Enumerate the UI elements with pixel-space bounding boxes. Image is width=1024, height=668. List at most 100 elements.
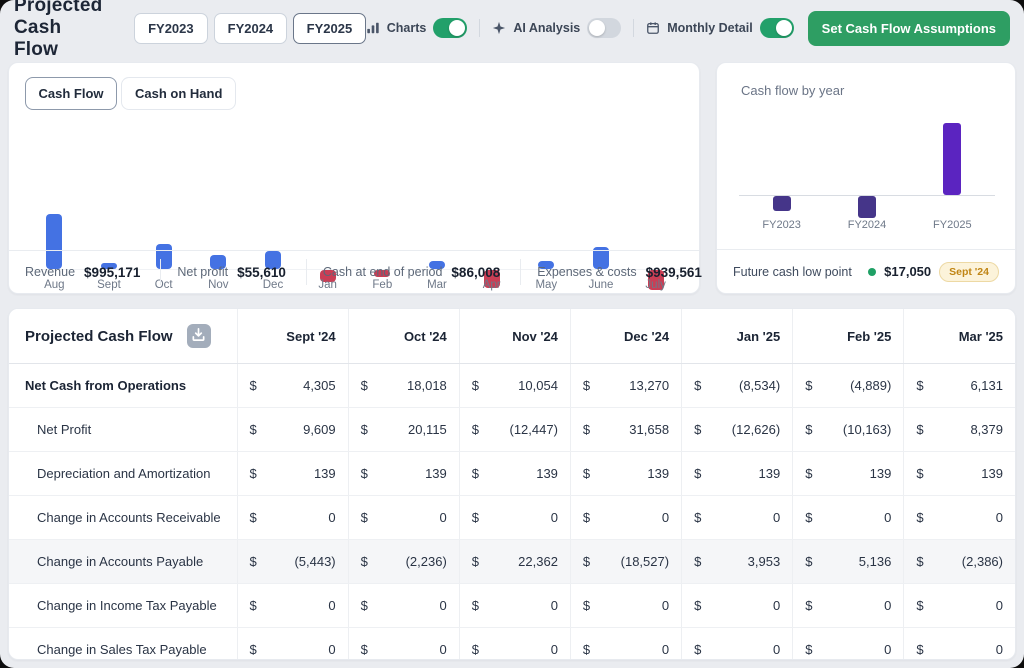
currency-symbol: $ [360, 378, 368, 393]
cell-value: 139 [425, 466, 447, 481]
toggle-divider [633, 19, 635, 37]
toggle-switch-ai-analysis[interactable] [587, 18, 622, 38]
chart-tab-cash-flow[interactable]: Cash Flow [25, 77, 118, 110]
cell-value: 31,658 [629, 422, 670, 437]
toggle-switch-charts[interactable] [433, 18, 468, 38]
value-cell: $ (2,386) [903, 539, 1015, 584]
value-cell: $0 [681, 495, 793, 540]
currency-symbol: $ [582, 554, 591, 569]
column-header-feb-25: Feb '25 [792, 309, 904, 364]
projected-cash-flow-table: Projected Cash Flow Sept '24 Oct '24 Nov '2… [9, 309, 1015, 659]
value-cell: $0 [903, 583, 1015, 628]
cell-value: 22,362 [518, 554, 558, 569]
value-cell: $ (18,527) [569, 539, 682, 584]
currency-symbol: $ [916, 378, 924, 393]
cell-value: (18,527) [620, 554, 670, 569]
value-cell: $0 [903, 495, 1015, 540]
low-point-dot-icon [868, 267, 877, 276]
year-tab-fy2024[interactable]: FY2024 [213, 12, 288, 44]
cell-value: 4,305 [303, 378, 336, 393]
stat-value-cash-at-end-of-period: $86,008 [451, 264, 501, 280]
currency-symbol: $ [360, 466, 368, 481]
cell-value: (4,889) [850, 378, 892, 393]
currency-symbol: $ [582, 598, 591, 613]
cell-value: 0 [439, 642, 447, 657]
value-cell: $ (4,889) [792, 363, 904, 408]
value-cell: $0 [236, 583, 349, 628]
toggle-knob [775, 20, 792, 36]
currency-symbol: $ [805, 642, 813, 657]
chart-tab-cash-on-hand[interactable]: Cash on Hand [121, 77, 237, 110]
currency-symbol: $ [360, 554, 368, 569]
cell-value: 139 [981, 466, 1003, 481]
cell-value: 0 [439, 510, 447, 525]
table-row-change-in-sales-tax-payable[interactable]: Change in Sales Tax Payable $0 $0 $0 $0 $0 $0 $… [9, 627, 1015, 659]
currency-symbol: $ [694, 642, 702, 657]
value-cell: $139 [236, 451, 349, 496]
future-cash-low-point-row: Future cash low point $17,050 Sept '24 [717, 249, 1015, 293]
table-row-change-in-accounts-payable[interactable]: Change in Accounts Payable $ (5,443) $ (2,23… [9, 539, 1015, 584]
stat-net-profit: Net profit $55,610 [160, 259, 306, 285]
download-button[interactable] [186, 324, 211, 348]
row-label: Net Cash from Operations [9, 363, 237, 408]
cell-value: 0 [328, 598, 336, 613]
cell-value: 0 [772, 642, 781, 657]
cell-value: 0 [995, 642, 1003, 657]
toggle-group-charts: Charts [366, 18, 468, 38]
sparkle-icon [492, 21, 506, 35]
value-cell: $6,131 [903, 363, 1015, 408]
value-cell: $139 [458, 451, 571, 496]
value-cell: $139 [903, 451, 1015, 496]
cell-value: 139 [758, 466, 781, 481]
column-header-jan-25: Jan '25 [681, 309, 793, 364]
cell-value: 8,379 [970, 422, 1003, 437]
value-cell: $0 [681, 627, 793, 659]
value-cell: $0 [792, 627, 904, 659]
year-label-fy2023: FY2023 [762, 219, 801, 231]
table-row-net-cash-from-operations[interactable]: Net Cash from Operations $4,305 $18,018 $10… [9, 363, 1015, 408]
cell-value: 0 [884, 510, 892, 525]
table-row-change-in-accounts-receivable[interactable]: Change in Accounts Receivable $0 $0 $0 $0 $0 $… [9, 495, 1015, 540]
cell-value: 6,131 [970, 378, 1003, 393]
toggle-label-charts: Charts [386, 21, 427, 35]
toggle-switch-monthly-detail[interactable] [759, 18, 794, 38]
table-row-change-in-income-tax-payable[interactable]: Change in Income Tax Payable $0 $0 $0 $0 $0 $0… [9, 583, 1015, 628]
cell-value: 139 [869, 466, 892, 481]
currency-symbol: $ [805, 422, 813, 437]
currency-symbol: $ [471, 510, 480, 525]
summary-stats-row: Revenue $995,171 Net profit $55,610 Cash at … [9, 250, 702, 293]
value-cell: $0 [458, 583, 571, 628]
cell-value: 0 [884, 598, 892, 613]
value-cell: $ (2,236) [347, 539, 460, 584]
value-cell: $0 [347, 495, 460, 540]
cell-value: 0 [439, 598, 447, 613]
currency-symbol: $ [249, 378, 257, 393]
year-bar-fy2024 [858, 196, 876, 218]
year-tab-fy2025[interactable]: FY2025 [293, 12, 366, 44]
table-row-depreciation-and-amortization[interactable]: Depreciation and Amortization $139 $139 $13… [9, 451, 1015, 496]
cell-value: (5,443) [294, 554, 336, 569]
stat-label-cash-at-end-of-period: Cash at end of period [322, 265, 443, 279]
table-row-net-profit[interactable]: Net Profit $9,609 $20,115 $ (12,447) $31,658 $… [9, 407, 1015, 452]
cell-value: 139 [647, 466, 670, 481]
value-cell: $0 [236, 627, 349, 659]
set-cash-flow-assumptions-button[interactable]: Set Cash Flow Assumptions [807, 10, 1010, 46]
currency-symbol: $ [582, 378, 591, 393]
value-cell: $ (12,626) [681, 407, 793, 452]
value-cell: $139 [681, 451, 793, 496]
bar-chart-icon [366, 21, 380, 35]
row-label: Net Profit [9, 407, 237, 452]
fiscal-year-tabs: FY2023 FY2024 FY2025 [134, 12, 366, 44]
projected-cash-flow-page: Projected Cash Flow FY2023 FY2024 FY2025 C… [0, 0, 1024, 668]
value-cell: $0 [569, 495, 682, 540]
currency-symbol: $ [471, 466, 480, 481]
monthly-cash-flow-chart: Aug Sept Oct Nov Dec Jan Feb Mar Apr May June July [27, 119, 683, 291]
stat-value-expenses-costs: $939,561 [645, 264, 702, 280]
currency-symbol: $ [805, 554, 813, 569]
low-point-value-group: $17,050 Sept '24 [868, 261, 999, 282]
currency-symbol: $ [249, 598, 257, 613]
cell-value: 0 [884, 642, 892, 657]
year-tab-fy2023[interactable]: FY2023 [134, 12, 208, 44]
currency-symbol: $ [471, 422, 480, 437]
cell-value: (2,236) [405, 554, 447, 569]
